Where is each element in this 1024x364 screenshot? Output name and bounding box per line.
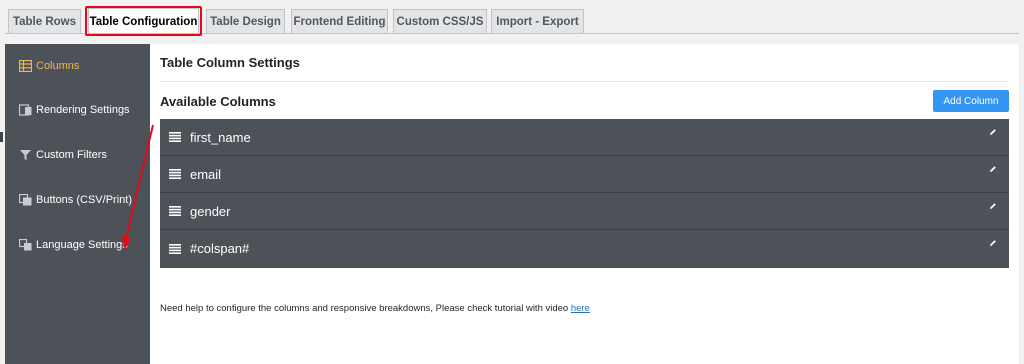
column-row[interactable]: #colspan#	[160, 230, 1009, 267]
highlight-box	[85, 6, 202, 36]
copy-icon	[19, 194, 32, 206]
sidebar-item-buttons[interactable]: Buttons (CSV/Print)	[19, 194, 132, 206]
tab-bar: Table Rows Table Configuration Table Des…	[0, 0, 1024, 36]
settings-sidebar: Columns Rendering Settings Custom Filter…	[5, 44, 150, 364]
page-title: Table Column Settings	[160, 55, 300, 70]
drag-handle-icon[interactable]	[169, 132, 181, 142]
drag-handle-icon[interactable]	[169, 243, 181, 254]
sidebar-item-language-settings[interactable]: Language Settings	[19, 239, 128, 251]
tutorial-link[interactable]: here	[571, 303, 590, 314]
edge-marker	[0, 132, 3, 142]
tab-table-rows[interactable]: Table Rows	[8, 9, 81, 34]
translate-icon	[19, 239, 32, 251]
sidebar-item-label: Columns	[36, 60, 80, 72]
tab-frontend-editing[interactable]: Frontend Editing	[291, 9, 388, 34]
tab-custom-css-js[interactable]: Custom CSS/JS	[393, 9, 487, 34]
available-columns-heading: Available Columns	[160, 94, 276, 109]
title-divider	[160, 81, 1009, 82]
sidebar-item-columns[interactable]: Columns	[19, 60, 79, 72]
column-name: gender	[190, 203, 231, 219]
column-row[interactable]: gender	[160, 193, 1009, 230]
edit-icon[interactable]	[989, 239, 997, 247]
column-list: first_name email gender #colspan#	[160, 119, 1009, 268]
tab-import-export[interactable]: Import - Export	[491, 9, 584, 34]
sidebar-item-label: Buttons (CSV/Print)	[36, 194, 132, 206]
sidebar-item-label: Language Settings	[36, 239, 128, 251]
sidebar-item-custom-filters[interactable]: Custom Filters	[19, 149, 107, 161]
edit-icon[interactable]	[989, 165, 997, 173]
add-column-button[interactable]: Add Column	[933, 90, 1009, 112]
help-text: Need help to configure the columns and r…	[160, 303, 590, 314]
sidebar-item-label: Custom Filters	[36, 149, 107, 161]
rendering-icon	[19, 104, 32, 116]
table-icon	[19, 60, 32, 72]
column-name: first_name	[190, 129, 251, 145]
sidebar-item-rendering-settings[interactable]: Rendering Settings	[19, 104, 130, 116]
edit-icon[interactable]	[989, 202, 997, 210]
drag-handle-icon[interactable]	[169, 206, 181, 216]
sidebar-item-label: Rendering Settings	[36, 104, 130, 116]
drag-handle-icon[interactable]	[169, 169, 181, 179]
edit-icon[interactable]	[989, 128, 997, 136]
column-row[interactable]: first_name	[160, 119, 1009, 156]
column-settings-panel: Table Column Settings Available Columns …	[150, 44, 1019, 364]
tab-table-design[interactable]: Table Design	[206, 9, 285, 34]
column-row[interactable]: email	[160, 156, 1009, 193]
help-message: Need help to configure the columns and r…	[160, 303, 569, 314]
column-name: email	[190, 166, 222, 182]
column-name: #colspan#	[190, 241, 250, 256]
filter-icon	[20, 150, 31, 160]
